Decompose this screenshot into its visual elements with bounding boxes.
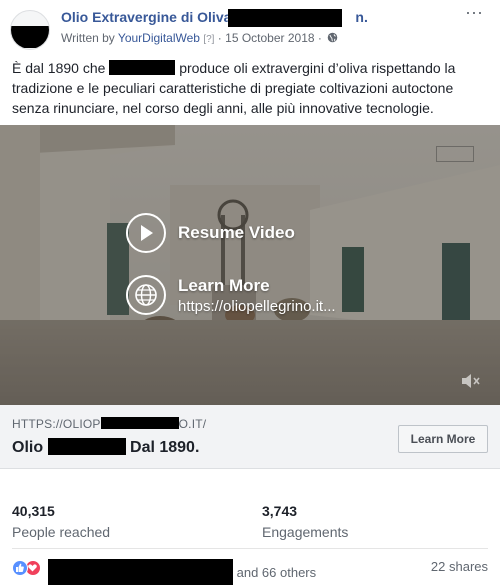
learn-more-overlay-button[interactable]: Learn More https://oliopellegrino.it... bbox=[126, 275, 336, 317]
reaction-others: and 66 others bbox=[236, 565, 317, 580]
resume-video-label: Resume Video bbox=[178, 223, 295, 242]
post-header: Olio Extravergine di Oliva n. Written by … bbox=[0, 0, 500, 52]
post-date[interactable]: 15 October 2018 bbox=[225, 31, 314, 45]
written-by-label: Written by bbox=[61, 31, 115, 45]
page-name-tail: n. bbox=[355, 9, 368, 25]
post-meta: Written by YourDigitalWeb [?] · 15 Octob… bbox=[61, 31, 338, 45]
author-link[interactable]: YourDigitalWeb bbox=[118, 31, 200, 45]
globe-icon bbox=[126, 275, 166, 315]
people-reached-label: People reached bbox=[12, 524, 111, 540]
reaction-names[interactable]: and 66 others bbox=[48, 559, 316, 585]
resume-video-button[interactable]: Resume Video bbox=[126, 213, 295, 253]
link-domain: HTTPS://OLIOP O.IT/ bbox=[12, 417, 206, 431]
redacted-block bbox=[228, 9, 342, 27]
link-headline[interactable]: Olio Dal 1890. bbox=[12, 438, 199, 457]
watermark-logo bbox=[436, 146, 474, 162]
learn-more-button[interactable]: Learn More bbox=[398, 425, 488, 453]
engagements-stat: 3,743 Engagements bbox=[262, 503, 348, 540]
public-globe-icon bbox=[327, 32, 338, 43]
headline-suffix: Dal 1890. bbox=[130, 439, 200, 456]
headline-prefix: Olio bbox=[12, 439, 44, 456]
redacted-block bbox=[48, 559, 233, 585]
domain-prefix: HTTPS://OLIOP bbox=[12, 417, 101, 431]
help-mark[interactable]: [?] bbox=[203, 34, 214, 45]
page-avatar[interactable] bbox=[10, 10, 50, 50]
meta-separator: · bbox=[217, 31, 222, 45]
learn-more-url: https://oliopellegrino.it... bbox=[178, 298, 336, 315]
post-message: È dal 1890 che produce oli extravergini … bbox=[12, 58, 494, 118]
redacted-block bbox=[47, 438, 126, 455]
video-overlay bbox=[0, 125, 500, 405]
play-icon bbox=[126, 213, 166, 253]
message-start: È dal 1890 che bbox=[12, 60, 106, 76]
people-reached-stat: 40,315 People reached bbox=[12, 503, 110, 540]
engagements-label: Engagements bbox=[262, 524, 349, 540]
shares-count[interactable]: 22 shares bbox=[431, 559, 488, 574]
reactions-bar: and 66 others 22 shares bbox=[12, 559, 492, 585]
people-reached-value: 40,315 bbox=[12, 503, 55, 519]
more-options-icon[interactable]: ··· bbox=[460, 3, 488, 25]
redacted-block bbox=[11, 26, 49, 48]
like-reaction-icon[interactable] bbox=[12, 560, 28, 576]
learn-more-label: Learn More bbox=[178, 276, 270, 295]
redacted-block bbox=[109, 60, 176, 75]
engagements-value: 3,743 bbox=[262, 503, 298, 519]
mute-icon[interactable] bbox=[460, 372, 482, 390]
video-player[interactable]: Resume Video Learn More https://oliopell… bbox=[0, 125, 500, 405]
separator-dot: · bbox=[317, 31, 322, 45]
link-preview[interactable]: HTTPS://OLIOP O.IT/ Olio Dal 1890. Learn … bbox=[0, 405, 500, 469]
stats-divider bbox=[12, 548, 488, 549]
page-name-text: Olio Extravergine di Oliva bbox=[61, 9, 232, 25]
redacted-block bbox=[100, 417, 179, 429]
domain-suffix: O.IT/ bbox=[178, 417, 207, 431]
